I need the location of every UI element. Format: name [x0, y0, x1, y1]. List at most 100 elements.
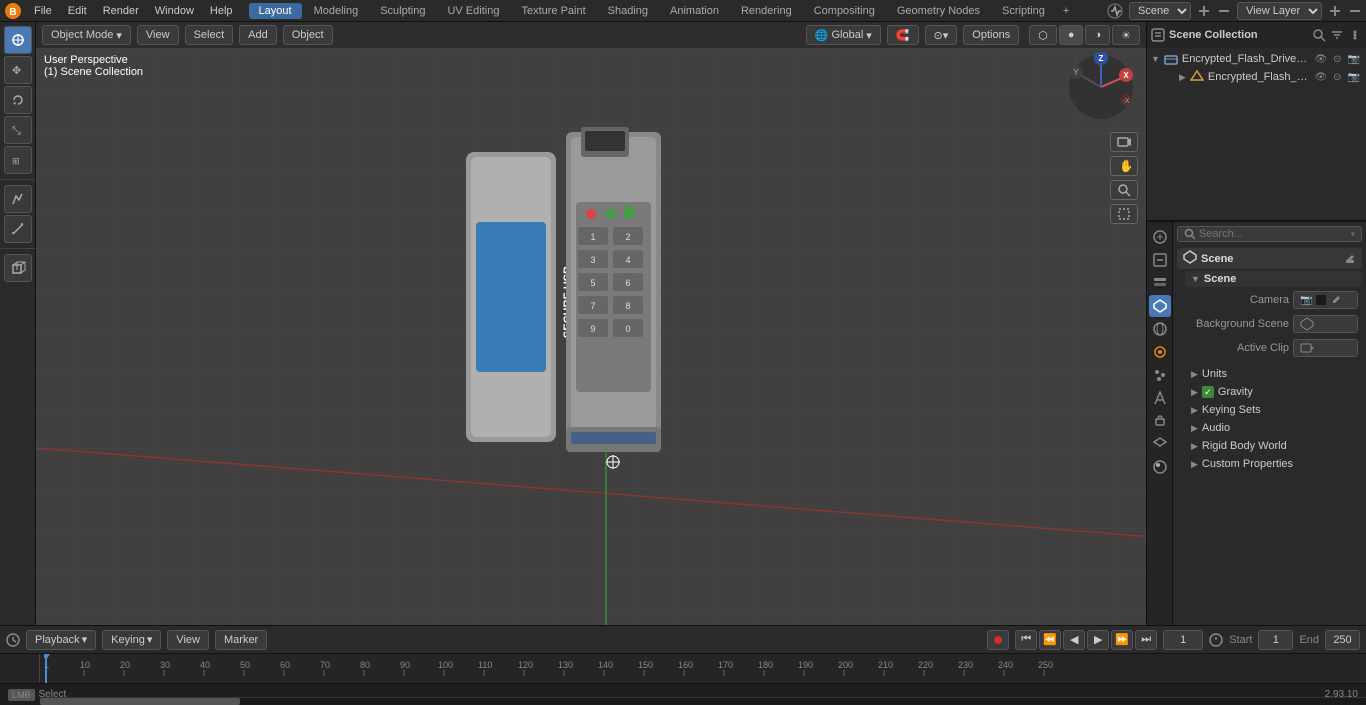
timeline-ruler[interactable]: 1 10 20 30 40 50 60 70 80: [0, 654, 1366, 683]
3d-viewport-canvas[interactable]: SECURE USB 1 2: [36, 22, 1146, 625]
zoom-view-btn[interactable]: [1110, 180, 1138, 200]
timeline-track[interactable]: 1 10 20 30 40 50 60 70 80: [40, 654, 1366, 683]
play-forward-btn[interactable]: ▶: [1087, 630, 1109, 650]
end-frame-input[interactable]: [1325, 630, 1360, 650]
snap-toggle[interactable]: 🧲: [887, 25, 919, 45]
step-back-btn[interactable]: ⏪: [1039, 630, 1061, 650]
tab-modeling[interactable]: Modeling: [304, 3, 369, 19]
menu-help[interactable]: Help: [202, 3, 241, 19]
material-shading-btn[interactable]: ◑: [1085, 25, 1110, 45]
select-icon[interactable]: ⊙: [1331, 72, 1343, 83]
keying-dropdown[interactable]: Keying ▾: [102, 630, 161, 650]
select-icon[interactable]: ⊙: [1331, 54, 1343, 65]
render-icon[interactable]: 📷: [1346, 72, 1362, 83]
scene-section-header[interactable]: Scene: [1177, 248, 1362, 269]
output-props-tab[interactable]: [1149, 249, 1171, 271]
current-frame-input[interactable]: [1163, 630, 1203, 650]
record-button[interactable]: [987, 630, 1009, 650]
playback-dropdown[interactable]: Playback ▾: [26, 630, 96, 650]
scene-remove-icon[interactable]: [1217, 4, 1231, 18]
render-props-tab[interactable]: [1149, 226, 1171, 248]
menu-edit[interactable]: Edit: [60, 3, 95, 19]
jump-to-end-btn[interactable]: ⏭: [1135, 630, 1157, 650]
search-icon[interactable]: [1312, 28, 1326, 42]
tab-sculpting[interactable]: Sculpting: [370, 3, 435, 19]
move-tool[interactable]: ✥: [4, 56, 32, 84]
marker-dropdown[interactable]: Marker: [215, 630, 267, 650]
wireframe-shading-btn[interactable]: ⬡: [1029, 25, 1057, 45]
scene-selector[interactable]: Scene: [1129, 2, 1191, 20]
view-dropdown[interactable]: View: [167, 630, 209, 650]
select-menu[interactable]: Select: [185, 25, 234, 45]
scene-add-icon[interactable]: [1197, 4, 1211, 18]
tab-uv-editing[interactable]: UV Editing: [437, 3, 509, 19]
add-menu[interactable]: Add: [239, 25, 277, 45]
tab-rendering[interactable]: Rendering: [731, 3, 802, 19]
data-props-tab[interactable]: [1149, 433, 1171, 455]
outliner-item-collection[interactable]: ▼ Encrypted_Flash_Drive_with_l 👁 ⊙ 📷: [1147, 50, 1366, 68]
units-section[interactable]: ▶ Units: [1185, 365, 1362, 383]
tab-compositing[interactable]: Compositing: [804, 3, 885, 19]
options-button[interactable]: Options: [963, 25, 1019, 45]
viewport-area[interactable]: Object Mode ▾ View Select Add Object 🌐 G…: [36, 22, 1146, 625]
keying-sets-section[interactable]: ▶ Keying Sets: [1185, 401, 1362, 419]
step-forward-btn[interactable]: ⏩: [1111, 630, 1133, 650]
pan-view-btn[interactable]: ✋: [1110, 156, 1138, 176]
physics-props-tab[interactable]: [1149, 387, 1171, 409]
visibility-icon[interactable]: 👁: [1312, 72, 1329, 83]
rigid-body-world-section[interactable]: ▶ Rigid Body World: [1185, 437, 1362, 455]
particles-props-tab[interactable]: [1149, 364, 1171, 386]
tab-animation[interactable]: Animation: [660, 3, 729, 19]
tab-geometry-nodes[interactable]: Geometry Nodes: [887, 3, 990, 19]
timeline-mode-selector[interactable]: [6, 633, 20, 647]
transform-tool[interactable]: ⊞: [4, 146, 32, 174]
cursor-tool[interactable]: [4, 26, 32, 54]
rendered-shading-btn[interactable]: ☀: [1112, 25, 1140, 45]
tab-shading[interactable]: Shading: [598, 3, 658, 19]
view-layer-selector[interactable]: View Layer: [1237, 2, 1322, 20]
render-icon[interactable]: 📷: [1346, 54, 1362, 65]
audio-section[interactable]: ▶ Audio: [1185, 419, 1362, 437]
material-props-tab[interactable]: [1149, 456, 1171, 478]
view-layer-add-icon[interactable]: [1328, 4, 1342, 18]
view-menu[interactable]: View: [137, 25, 179, 45]
add-cube-tool[interactable]: [4, 254, 32, 282]
edit-icon[interactable]: [1344, 253, 1356, 265]
rotate-tool[interactable]: [4, 86, 32, 114]
tab-layout[interactable]: Layout: [249, 3, 302, 19]
options-icon[interactable]: [1348, 28, 1362, 42]
solid-shading-btn[interactable]: ●: [1059, 25, 1084, 45]
custom-properties-section[interactable]: ▶ Custom Properties: [1185, 455, 1362, 473]
background-scene-value[interactable]: [1293, 315, 1358, 333]
visibility-icon[interactable]: 👁: [1312, 54, 1329, 65]
annotate-tool[interactable]: [4, 185, 32, 213]
world-props-tab[interactable]: [1149, 318, 1171, 340]
object-mode-dropdown[interactable]: Object Mode ▾: [42, 25, 131, 45]
play-reverse-btn[interactable]: ◀: [1063, 630, 1085, 650]
tab-scripting[interactable]: Scripting: [992, 3, 1055, 19]
view-orientation-gizmo[interactable]: X Y Z -X: [1066, 52, 1136, 122]
camera-value[interactable]: 📷: [1293, 291, 1358, 309]
tab-texture-paint[interactable]: Texture Paint: [511, 3, 595, 19]
menu-window[interactable]: Window: [147, 3, 202, 19]
camera-view-btn[interactable]: [1110, 132, 1138, 152]
jump-to-start-btn[interactable]: ⏮: [1015, 630, 1037, 650]
object-props-tab[interactable]: [1149, 341, 1171, 363]
view-layer-props-tab[interactable]: [1149, 272, 1171, 294]
properties-search-input[interactable]: [1195, 228, 1351, 240]
scene-props-tab[interactable]: [1149, 295, 1171, 317]
render-region-btn[interactable]: [1110, 204, 1138, 224]
measure-tool[interactable]: [4, 215, 32, 243]
constraints-props-tab[interactable]: [1149, 410, 1171, 432]
scale-tool[interactable]: ⤡: [4, 116, 32, 144]
outliner-item-mesh[interactable]: ▶ Encrypted_Flash_Drive_w 👁 ⊙ 📷: [1159, 68, 1366, 86]
view-layer-remove-icon[interactable]: [1348, 4, 1362, 18]
transform-space[interactable]: 🌐 Global ▾: [806, 25, 881, 45]
active-clip-value[interactable]: [1293, 339, 1358, 357]
gravity-checkbox[interactable]: ✓: [1202, 386, 1214, 398]
menu-file[interactable]: File: [26, 3, 60, 19]
object-menu[interactable]: Object: [283, 25, 333, 45]
start-frame-input[interactable]: [1258, 630, 1293, 650]
gravity-section[interactable]: ▶ ✓ Gravity: [1185, 383, 1362, 401]
filter-icon[interactable]: [1330, 28, 1344, 42]
